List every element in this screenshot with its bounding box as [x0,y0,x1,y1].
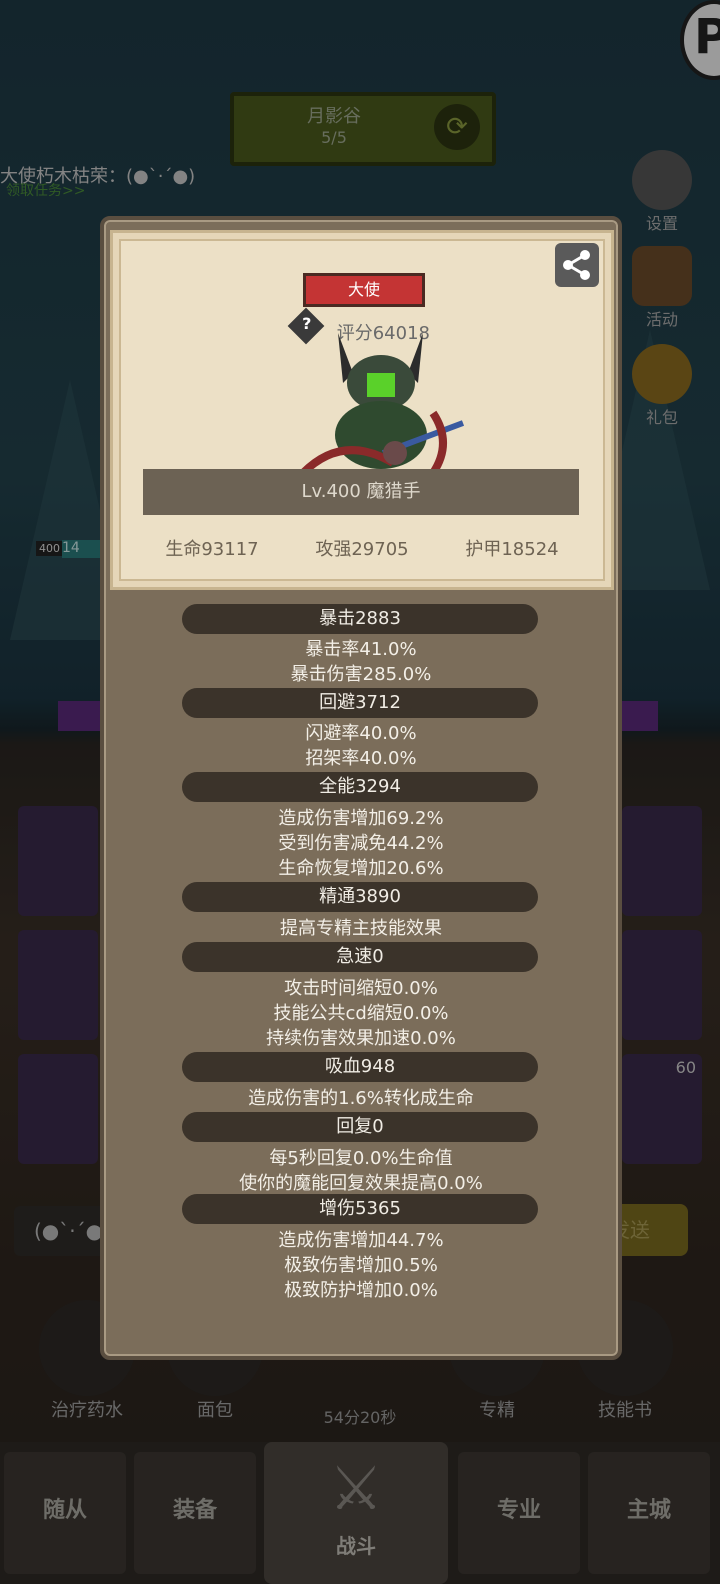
stat-line: 攻击时间缩短0.0% [284,978,438,999]
regen-title: 回复0 [182,1112,538,1142]
haste-title: 急速0 [182,942,538,972]
stat-line: 提高专精主技能效果 [280,918,442,939]
stat-line: 招架率40.0% [305,748,417,769]
stat-line: 极致防护增加0.0% [284,1280,438,1301]
character-stats-panel: 大使 ? 评分64018 Lv.400 魔猎手 生命93117 攻强29705 … [100,216,622,1360]
attack-power-stat: 攻强29705 [315,539,409,560]
damage-bonus-title: 增伤5365 [182,1194,538,1224]
mastery-title: 精通3890 [182,882,538,912]
stat-line: 每5秒回复0.0%生命值 [269,1148,453,1169]
stat-line: 闪避率40.0% [305,723,417,744]
stat-line: 极致伤害增加0.5% [284,1255,438,1276]
stat-line: 造成伤害增加69.2% [278,808,444,829]
stat-line: 受到伤害减免44.2% [278,833,444,854]
lifesteal-title: 吸血948 [182,1052,538,1082]
dodge-title: 回避3712 [182,688,538,718]
stat-line: 技能公共cd缩短0.0% [273,1003,449,1024]
stat-line: 使你的魔能回复效果提高0.0% [239,1173,483,1194]
stat-line: 暴击伤害285.0% [290,664,432,685]
share-button[interactable] [555,243,599,287]
character-name-bar: Lv.400 魔猎手 [143,469,579,515]
character-header-card: 大使 ? 评分64018 Lv.400 魔猎手 生命93117 攻强29705 … [110,230,614,590]
armor-stat: 护甲18524 [465,539,559,560]
share-icon [563,250,590,280]
stat-line: 造成伤害增加44.7% [278,1230,444,1251]
versatility-title: 全能3294 [182,772,538,802]
stat-line: 持续伤害效果加速0.0% [266,1028,456,1049]
hp-stat: 生命93117 [165,539,259,560]
stat-line: 暴击率41.0% [305,639,417,660]
role-badge: 大使 [303,273,425,307]
stat-line: 生命恢复增加20.6% [278,858,444,879]
stat-line: 造成伤害的1.6%转化成生命 [248,1088,474,1109]
crit-title: 暴击2883 [182,604,538,634]
